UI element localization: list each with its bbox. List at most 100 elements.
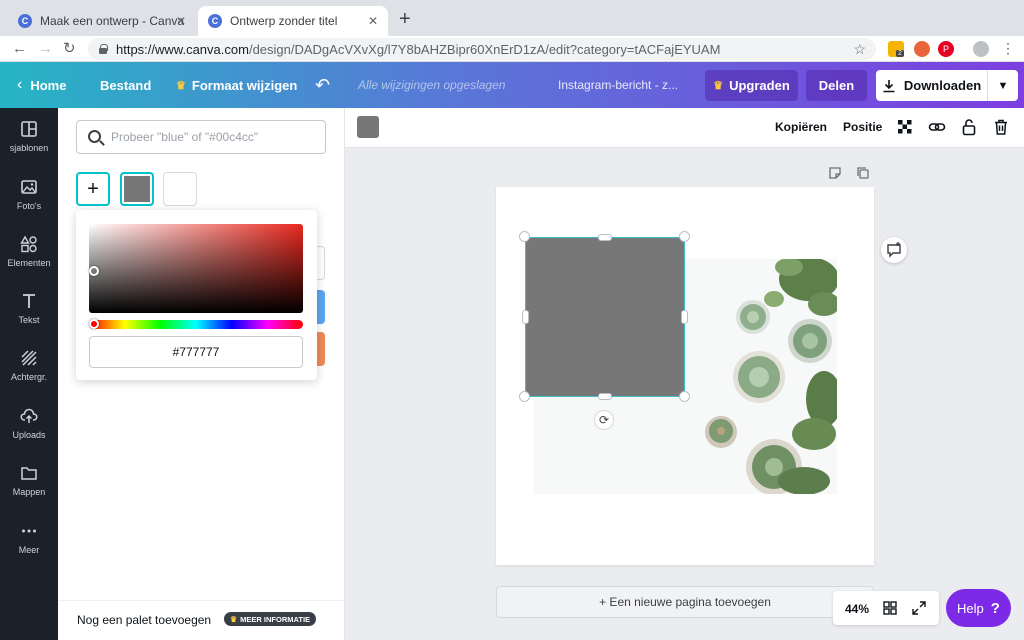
upgrade-button[interactable]: ♛ Upgraden [705, 70, 798, 101]
color-swatch-white[interactable] [317, 246, 325, 280]
sidebar-item-folders[interactable]: Mappen [0, 454, 58, 506]
fill-color-button[interactable] [357, 116, 379, 138]
help-label: Help [957, 600, 984, 616]
copy-style-button[interactable]: Kopiëren [775, 120, 827, 134]
selected-rectangle[interactable] [525, 237, 685, 397]
panel-footer: Nog een palet toevoegen ♛ MEER INFORMATI… [58, 600, 345, 640]
rotate-icon[interactable]: ⟳ [594, 410, 614, 430]
photos-icon [21, 179, 37, 194]
trash-icon[interactable] [992, 118, 1010, 136]
hue-slider[interactable] [89, 320, 303, 329]
file-menu-button[interactable]: Bestand [100, 62, 151, 108]
add-palette-link[interactable]: Nog een palet toevoegen [77, 613, 211, 627]
hue-handle[interactable] [89, 319, 99, 329]
color-swatch-white[interactable] [163, 172, 197, 206]
document-title[interactable]: Instagram-bericht - z... [558, 78, 678, 92]
upload-icon [20, 408, 38, 423]
sidebar-item-text[interactable]: Tekst [0, 282, 58, 334]
download-options-chevron-down-icon[interactable]: ▼ [987, 70, 1018, 101]
url-field[interactable]: https://www.canva.com/design/DADgAcVXvXg… [88, 38, 876, 60]
templates-icon [21, 120, 37, 137]
resize-handle-bottom-left[interactable] [519, 391, 530, 402]
context-toolbar: Kopiëren Positie [345, 108, 1024, 148]
tab-title: Maak een ontwerp - Canva [40, 14, 185, 28]
sidebar-item-templates[interactable]: sjablonen [0, 110, 58, 162]
resize-label: Formaat wijzigen [191, 77, 298, 93]
sidebar-item-label: Meer [18, 544, 40, 555]
share-button[interactable]: Delen [806, 70, 867, 101]
grid-view-icon[interactable] [883, 601, 897, 615]
more-icon [22, 529, 36, 532]
close-tab-icon[interactable]: ✕ [176, 14, 186, 28]
transparency-icon[interactable] [896, 118, 914, 136]
plant-leaves [764, 259, 837, 316]
editor-header: ‹ Home Bestand ♛ Formaat wijzigen ↶ Alle… [0, 62, 1024, 108]
add-page-button[interactable]: + Een nieuwe pagina toevoegen [496, 586, 874, 618]
help-button[interactable]: Help ? [946, 589, 1011, 627]
tab-title: Ontwerp zonder titel [230, 14, 338, 28]
plant-right [792, 371, 837, 450]
resize-button[interactable]: ♛ Formaat wijzigen [176, 62, 297, 108]
browser-tab-canva-create[interactable]: C Maak een ontwerp - Canva ✕ [8, 6, 196, 36]
browser-address-bar: ← → ↻ https://www.canva.com/design/DADgA… [0, 36, 1024, 62]
resize-handle-bottom-right[interactable] [679, 391, 690, 402]
color-panel: Probeer "blue" of "#00c4cc" + #777777 No… [58, 108, 345, 640]
resize-handle-left[interactable] [522, 310, 529, 324]
page-notes-icon[interactable] [828, 166, 842, 180]
browser-tab-bar: C Maak een ontwerp - Canva ✕ C Ontwerp z… [0, 0, 1024, 36]
color-swatch-gray[interactable] [120, 172, 154, 206]
color-swatch-blue[interactable] [317, 290, 325, 324]
background-icon [21, 349, 37, 366]
color-search-input[interactable]: Probeer "blue" of "#00c4cc" [76, 120, 326, 154]
back-arrow-icon[interactable]: ← [12, 40, 27, 58]
resize-handle-bottom[interactable] [598, 393, 612, 400]
link-icon[interactable] [928, 118, 946, 136]
add-comment-button[interactable] [881, 237, 907, 263]
sidebar-item-label: Uploads [12, 429, 46, 440]
duplicate-page-icon[interactable] [856, 166, 870, 180]
profile-avatar[interactable] [973, 41, 989, 57]
position-button[interactable]: Positie [843, 120, 882, 134]
home-button[interactable]: ‹ Home [17, 62, 66, 108]
color-swatch-orange[interactable] [317, 332, 325, 366]
pinterest-icon[interactable]: P [938, 41, 954, 57]
crown-icon: ♛ [713, 80, 724, 92]
resize-handle-top-right[interactable] [679, 231, 690, 242]
resize-handle-right[interactable] [681, 310, 688, 324]
url-path: /design/DADgAcVXvXg/l7Y8bAHZBipr60XnErD1… [248, 41, 721, 57]
reload-icon[interactable]: ↻ [63, 40, 76, 58]
hex-color-input[interactable]: #777777 [89, 336, 303, 368]
resize-handle-top[interactable] [598, 234, 612, 241]
sidebar-item-background[interactable]: Achtergr. [0, 339, 58, 391]
succulent-large [733, 351, 785, 403]
new-tab-button[interactable]: + [399, 9, 411, 29]
browser-tab-design[interactable]: C Ontwerp zonder titel ✕ [198, 6, 388, 36]
elements-icon [20, 235, 37, 252]
object-sidebar: sjablonen Foto's Elementen Tekst Achterg… [0, 108, 58, 640]
download-button[interactable]: Downloaden [876, 70, 987, 101]
url-host: https://www.canva.com [116, 41, 249, 57]
unlock-icon[interactable] [960, 118, 978, 136]
search-placeholder: Probeer "blue" of "#00c4cc" [111, 130, 259, 144]
sidebar-item-elements[interactable]: Elementen [0, 225, 58, 277]
add-color-button[interactable]: + [76, 172, 110, 206]
download-icon [883, 79, 895, 92]
saturation-handle[interactable] [89, 266, 99, 276]
zoom-level[interactable]: 44% [845, 602, 869, 616]
resize-handle-top-left[interactable] [519, 231, 530, 242]
saturation-area[interactable] [89, 224, 303, 313]
download-label: Downloaden [903, 78, 982, 93]
folder-icon [21, 466, 37, 480]
browser-menu-icon[interactable]: ⋮ [1001, 39, 1015, 57]
sidebar-item-photos[interactable]: Foto's [0, 168, 58, 220]
sidebar-item-more[interactable]: Meer [0, 512, 58, 564]
close-tab-icon[interactable]: ✕ [368, 14, 378, 28]
extension-icon[interactable] [914, 41, 930, 57]
more-info-badge[interactable]: ♛ MEER INFORMATIE [224, 612, 317, 626]
bookmark-star-icon[interactable]: ☆ [853, 41, 866, 58]
undo-icon[interactable]: ↶ [315, 62, 330, 108]
lock-icon [98, 44, 108, 54]
fullscreen-icon[interactable] [912, 601, 926, 615]
sidebar-item-uploads[interactable]: Uploads [0, 397, 58, 449]
forward-arrow-icon[interactable]: → [38, 40, 53, 58]
